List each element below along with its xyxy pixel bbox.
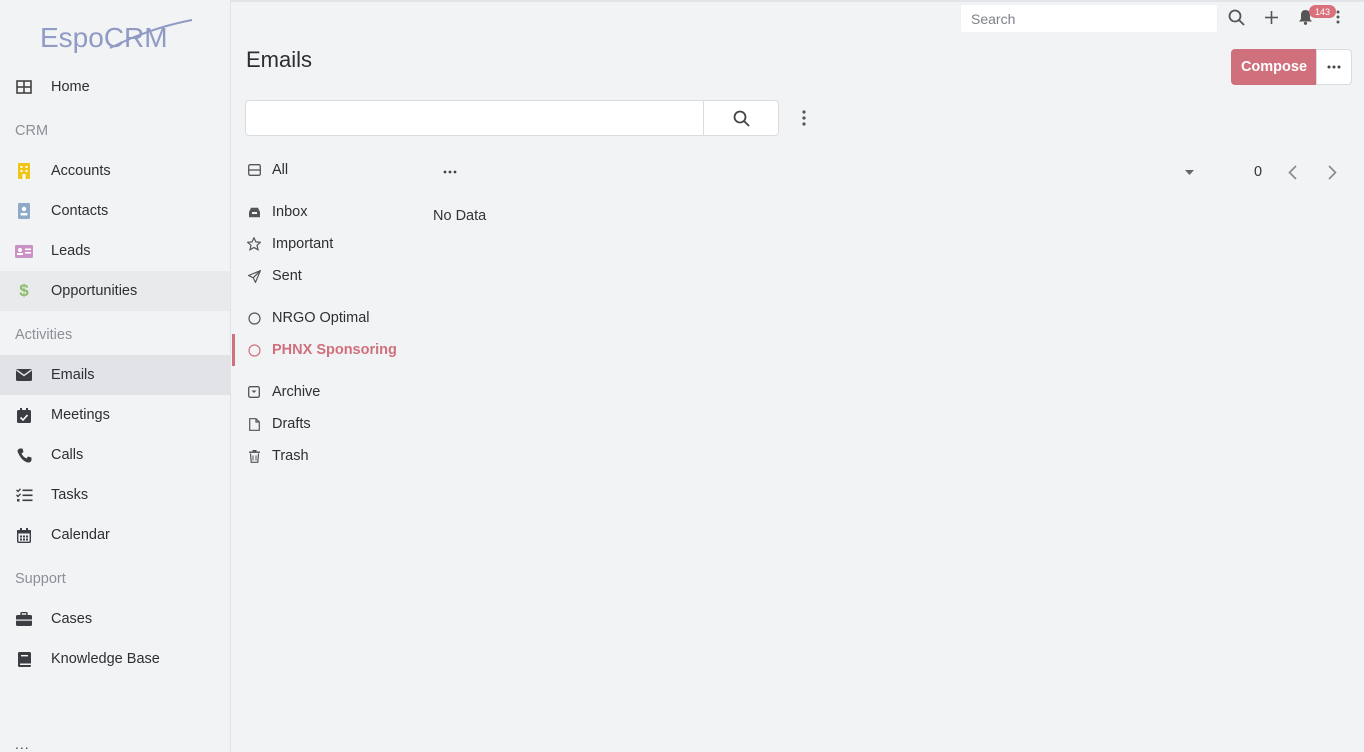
sidebar-item-label: Accounts: [51, 163, 111, 179]
folder-label: Trash: [272, 448, 309, 464]
sidebar-item-label: Cases: [51, 611, 93, 627]
folder-label: Drafts: [272, 416, 311, 432]
search-icon: [733, 110, 750, 127]
sidebar-item-label: Emails: [51, 367, 95, 383]
sidebar-item-label: Home: [51, 79, 90, 95]
sidebar-item-label: Leads: [51, 243, 91, 259]
email-search-input[interactable]: [245, 100, 704, 136]
sidebar-item-label: Opportunities: [51, 283, 138, 299]
plus-icon[interactable]: [1262, 8, 1280, 26]
menu-kebab-icon[interactable]: [1333, 8, 1343, 26]
folder-label: Inbox: [272, 204, 308, 220]
sidebar-item-label: Calendar: [51, 527, 110, 543]
nav-group-activities: Activities: [15, 327, 73, 343]
chevron-right-icon: [1327, 164, 1337, 180]
compose-button[interactable]: Compose: [1231, 49, 1317, 85]
task-list-icon: [15, 486, 33, 504]
next-page-button[interactable]: [1323, 163, 1341, 181]
list-actions-button[interactable]: [440, 164, 460, 180]
caret-down-icon[interactable]: [1183, 166, 1195, 178]
record-count: 0: [1254, 164, 1263, 180]
search-button[interactable]: [703, 100, 779, 136]
archive-icon: [247, 385, 261, 399]
star-icon: [247, 237, 261, 251]
sidebar-item-calendar[interactable]: Calendar: [0, 515, 230, 555]
sidebar-more-button[interactable]: ...: [15, 736, 30, 752]
id-card-icon: [15, 242, 33, 260]
contact-card-icon: [15, 202, 33, 220]
global-search-input[interactable]: [960, 4, 1218, 33]
grid-icon: [15, 78, 33, 96]
book-icon: [15, 650, 33, 668]
inbox-tray-icon: [247, 163, 261, 177]
folder-label: All: [272, 162, 289, 178]
folder-label: Sent: [272, 268, 302, 284]
sidebar-item-leads[interactable]: Leads: [0, 231, 230, 271]
sidebar-item-calls[interactable]: Calls: [0, 435, 230, 475]
sidebar-item-label: Contacts: [51, 203, 109, 219]
folder-inbox[interactable]: Inbox: [232, 199, 432, 225]
nav-group-crm: CRM: [15, 123, 49, 139]
filter-menu-button[interactable]: [796, 108, 812, 128]
sidebar-item-home[interactable]: Home: [0, 67, 230, 107]
sidebar-item-tasks[interactable]: Tasks: [0, 475, 230, 515]
ellipsis-icon: [443, 170, 457, 174]
folder-label: Important: [272, 236, 334, 252]
page-title: Emails: [246, 47, 313, 72]
folder-archive[interactable]: Archive: [232, 379, 432, 405]
folder-nrgo-optimal[interactable]: NRGO Optimal: [232, 305, 432, 331]
kebab-icon: [802, 110, 806, 126]
sidebar-item-knowledge-base[interactable]: Knowledge Base: [0, 639, 230, 679]
chevron-left-icon: [1287, 164, 1297, 180]
sidebar-item-cases[interactable]: Cases: [0, 599, 230, 639]
sidebar-item-accounts[interactable]: Accounts: [0, 151, 230, 191]
empty-state-text: No Data: [433, 208, 487, 224]
compose-more-button[interactable]: [1316, 49, 1352, 85]
nav-group-support: Support: [15, 571, 66, 587]
sidebar-item-label: Calls: [51, 447, 84, 463]
dollar-icon: $: [19, 281, 29, 300]
folder-label: PHNX Sponsoring: [272, 342, 397, 358]
folder-trash[interactable]: Trash: [232, 443, 432, 469]
trash-icon: [247, 449, 261, 463]
phone-icon: [15, 446, 33, 464]
folder-label: Archive: [272, 384, 321, 400]
sidebar-item-label: Knowledge Base: [51, 651, 160, 667]
espocrm-logo[interactable]: EspoCRM: [40, 18, 195, 54]
folder-drafts[interactable]: Drafts: [232, 411, 432, 437]
sidebar-item-meetings[interactable]: Meetings: [0, 395, 230, 435]
notification-badge: 143: [1309, 5, 1336, 18]
folder-all[interactable]: All: [232, 157, 432, 183]
previous-page-button[interactable]: [1283, 163, 1301, 181]
sidebar-item-emails[interactable]: Emails: [0, 355, 230, 395]
sidebar-item-contacts[interactable]: Contacts: [0, 191, 230, 231]
briefcase-icon: [15, 610, 33, 628]
circle-icon: [247, 311, 261, 325]
svg-text:EspoCRM: EspoCRM: [40, 22, 168, 53]
folder-sent[interactable]: Sent: [232, 263, 432, 289]
calendar-grid-icon: [15, 526, 33, 544]
circle-icon: [247, 343, 261, 357]
sidebar-item-opportunities[interactable]: $ Opportunities: [0, 271, 230, 311]
file-icon: [247, 417, 261, 431]
envelope-icon: [15, 366, 33, 384]
search-icon[interactable]: [1227, 8, 1245, 26]
inbox-icon: [247, 205, 261, 219]
folder-important[interactable]: Important: [232, 231, 432, 257]
sidebar-item-label: Meetings: [51, 407, 110, 423]
building-icon: [15, 162, 33, 180]
calendar-check-icon: [15, 406, 33, 424]
sidebar: EspoCRM Home CRM Accounts Contacts Leads…: [0, 0, 231, 752]
ellipsis-icon: [1327, 65, 1341, 69]
folder-label: NRGO Optimal: [272, 310, 370, 326]
folder-phnx-sponsoring[interactable]: PHNX Sponsoring: [232, 334, 432, 366]
sidebar-item-label: Tasks: [51, 487, 89, 503]
paper-plane-icon: [247, 269, 261, 283]
